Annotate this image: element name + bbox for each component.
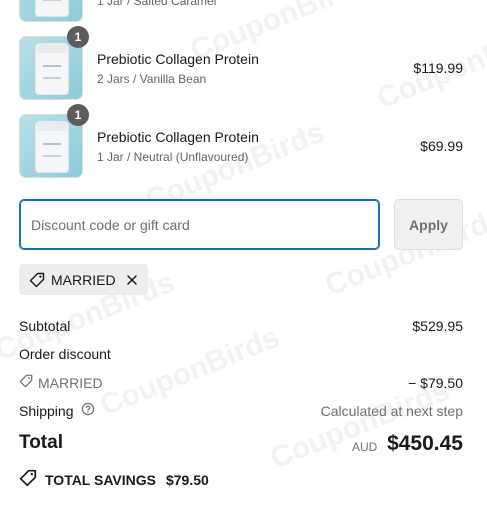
help-circle-icon[interactable]: [81, 402, 95, 419]
apply-discount-button[interactable]: Apply: [394, 199, 463, 250]
quantity-badge: 1: [67, 104, 89, 126]
savings-value: $79.50: [165, 471, 209, 488]
discount-value: − $79.50: [408, 374, 463, 391]
line-item: 1 Prebiotic Collagen Protein 2 Jars / Va…: [19, 26, 463, 100]
total-savings: TOTAL SAVINGS $79.50: [19, 469, 209, 490]
applied-discount-code: MARRIED: [51, 271, 116, 288]
product-price: $119.99: [413, 60, 463, 76]
product-name: Prebiotic Collagen Protein: [97, 129, 259, 145]
line-item: 1 1 Jar / Salted Caramel: [19, 0, 463, 22]
subtotal-value: $529.95: [412, 318, 463, 334]
applied-discount-tag: MARRIED: [19, 264, 148, 295]
product-variant: 1 Jar / Neutral (Unflavoured): [97, 150, 249, 164]
discount-code-label: MARRIED: [38, 374, 103, 391]
product-variant: 1 Jar / Salted Caramel: [97, 0, 217, 8]
total-currency: AUD: [352, 440, 378, 454]
quantity-badge: 1: [67, 26, 89, 48]
tag-icon: [29, 272, 45, 288]
discount-code-row: MARRIED − $79.50: [19, 374, 463, 391]
subtotal-row: Subtotal $529.95: [19, 318, 463, 334]
product-name: Prebiotic Collagen Protein: [97, 51, 259, 67]
shipping-row: Shipping Calculated at next step: [19, 402, 463, 419]
order-discount-row: Order discount: [19, 346, 463, 362]
order-discount-label: Order discount: [19, 346, 111, 362]
close-icon[interactable]: [126, 274, 138, 286]
total-label: Total: [19, 432, 63, 453]
product-price: $69.99: [420, 138, 463, 154]
total-amount: $450.45: [387, 432, 463, 455]
shipping-value: Calculated at next step: [320, 402, 463, 419]
product-variant: 2 Jars / Vanilla Bean: [97, 72, 207, 86]
subtotal-label: Subtotal: [19, 318, 71, 334]
shipping-label: Shipping: [19, 402, 74, 419]
savings-tag-icon: [19, 469, 37, 490]
line-item: 1 Prebiotic Collagen Protein 1 Jar / Neu…: [19, 104, 463, 178]
tag-icon: [19, 374, 33, 391]
discount-code-input[interactable]: [19, 199, 380, 250]
savings-label: TOTAL SAVINGS: [45, 471, 156, 488]
product-thumbnail: [19, 0, 83, 22]
